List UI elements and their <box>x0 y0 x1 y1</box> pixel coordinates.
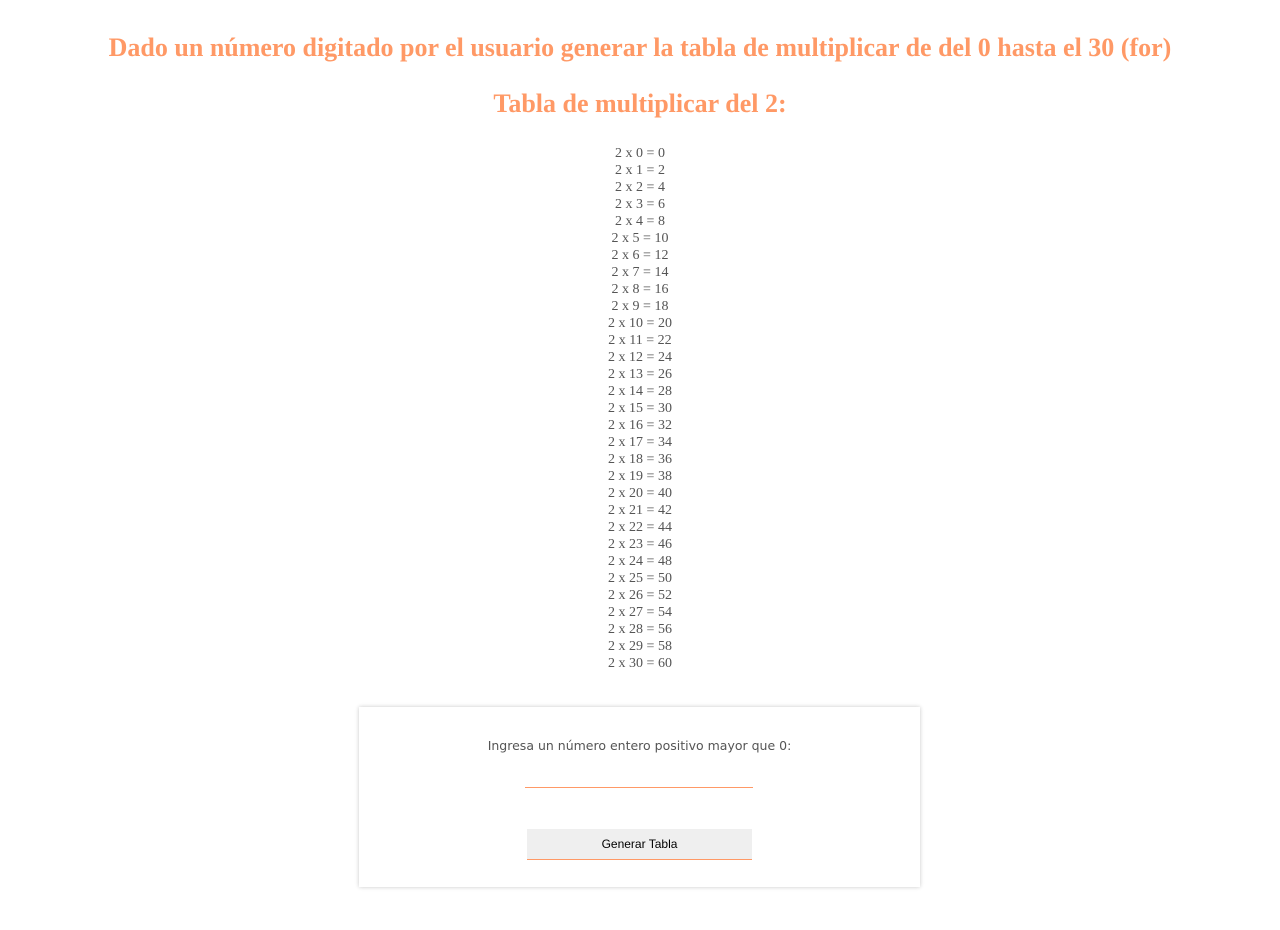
input-form-card: Ingresa un número entero positivo mayor … <box>359 707 920 887</box>
table-row: 2 x 1 = 2 <box>615 163 665 178</box>
table-row: 2 x 29 = 58 <box>608 639 672 654</box>
table-row: 2 x 3 = 6 <box>615 197 665 212</box>
page-title: Dado un número digitado por el usuario g… <box>108 33 1172 62</box>
table-row: 2 x 2 = 4 <box>615 180 665 195</box>
table-row: 2 x 14 = 28 <box>608 384 672 399</box>
table-row: 2 x 30 = 60 <box>608 656 672 671</box>
table-row: 2 x 17 = 34 <box>608 435 672 450</box>
table-row: 2 x 25 = 50 <box>608 571 672 586</box>
multiplication-table: 2 x 0 = 0 2 x 1 = 2 2 x 2 = 4 2 x 3 = 6 2 x … <box>0 145 1280 672</box>
table-row: 2 x 18 = 36 <box>608 452 672 467</box>
table-row: 2 x 21 = 42 <box>608 503 672 518</box>
table-row: 2 x 0 = 0 <box>615 146 665 161</box>
table-row: 2 x 27 = 54 <box>608 605 672 620</box>
number-input[interactable] <box>525 769 753 788</box>
table-row: 2 x 11 = 22 <box>608 333 672 348</box>
table-row: 2 x 12 = 24 <box>608 350 672 365</box>
table-row: 2 x 16 = 32 <box>608 418 672 433</box>
table-title: Tabla de multiplicar del 2: <box>493 89 787 118</box>
table-row: 2 x 5 = 10 <box>611 231 669 246</box>
table-row: 2 x 15 = 30 <box>608 401 672 416</box>
table-row: 2 x 13 = 26 <box>608 367 672 382</box>
table-row: 2 x 28 = 56 <box>608 622 672 637</box>
number-input-label: Ingresa un número entero positivo mayor … <box>487 738 792 753</box>
generate-table-button[interactable]: Generar Tabla <box>527 829 752 860</box>
table-row: 2 x 8 = 16 <box>611 282 669 297</box>
table-row: 2 x 7 = 14 <box>611 265 669 280</box>
table-row: 2 x 10 = 20 <box>608 316 672 331</box>
page: Dado un número digitado por el usuario g… <box>0 0 1280 930</box>
table-row: 2 x 22 = 44 <box>608 520 672 535</box>
table-row: 2 x 4 = 8 <box>615 214 665 229</box>
table-row: 2 x 9 = 18 <box>611 299 669 314</box>
table-row: 2 x 23 = 46 <box>608 537 672 552</box>
table-row: 2 x 19 = 38 <box>608 469 672 484</box>
table-row: 2 x 20 = 40 <box>608 486 672 501</box>
table-row: 2 x 26 = 52 <box>608 588 672 603</box>
table-row: 2 x 6 = 12 <box>611 248 669 263</box>
table-row: 2 x 24 = 48 <box>608 554 672 569</box>
